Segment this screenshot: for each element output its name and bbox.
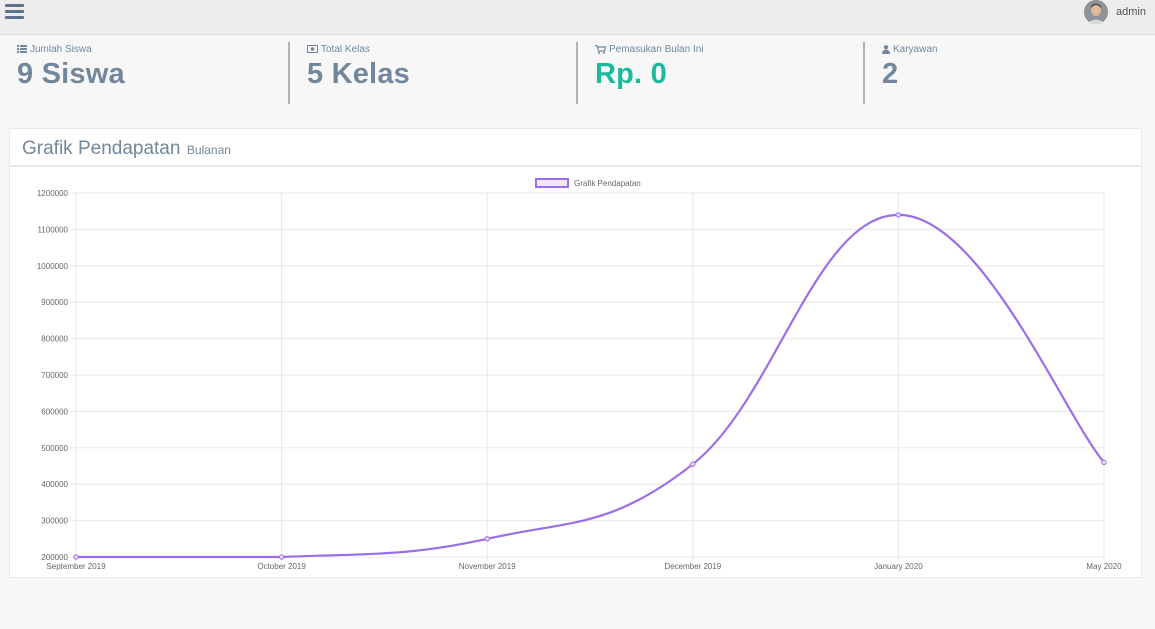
y-tick-label: 1000000	[37, 262, 69, 271]
user-profile-menu[interactable]: admin	[1084, 0, 1146, 24]
tile-label: Pemasukan Bulan Ini	[609, 43, 704, 55]
chart-panel: Grafik Pendapatan Bulanan 200000 300000 40…	[9, 128, 1142, 578]
x-tick-label: November 2019	[459, 562, 516, 571]
x-tick-label: December 2019	[664, 562, 721, 571]
x-tick-label: October 2019	[257, 562, 306, 571]
legend-label: Grafik Pendapatan	[574, 179, 641, 188]
avatar[interactable]	[1084, 0, 1109, 24]
data-point	[73, 554, 79, 560]
tile-value: 5 Kelas	[307, 58, 410, 90]
data-point	[484, 536, 490, 542]
y-tick-label: 300000	[41, 517, 68, 526]
y-tick-label: 500000	[41, 444, 68, 453]
stats-tiles: Jumlah Siswa 9 Siswa Total Kelas 5 Kelas…	[0, 36, 1155, 108]
y-tick-label: 900000	[41, 298, 68, 307]
tile-value: 9 Siswa	[17, 58, 125, 90]
data-point	[278, 554, 285, 560]
tile-label: Total Kelas	[321, 43, 370, 55]
data-point	[690, 461, 696, 467]
tile-label-row: Pemasukan Bulan Ini	[595, 42, 863, 56]
tile-value: Rp. 0	[595, 58, 667, 90]
y-tick-label: 700000	[41, 371, 68, 380]
tile-pemasukan-bulan-ini: Pemasukan Bulan Ini Rp. 0	[576, 42, 863, 104]
revenue-line-chart: 200000 300000 400000 500000 600000 700000 8000…	[37, 178, 1122, 571]
data-point	[1101, 459, 1107, 466]
user-name[interactable]: admin	[1116, 6, 1146, 18]
data-point	[895, 212, 902, 218]
tile-label: Karyawan	[893, 43, 938, 55]
tile-karyawan: Karyawan 2	[863, 42, 1153, 104]
y-tick-label: 200000	[41, 553, 68, 562]
legend-swatch	[535, 178, 569, 188]
x-tick-label: May 2020	[1086, 562, 1122, 571]
y-tick-label: 600000	[41, 407, 68, 416]
tile-label: Jumlah Siswa	[30, 43, 92, 55]
x-tick-label: September 2019	[46, 562, 106, 571]
tile-label-row: Jumlah Siswa	[17, 42, 288, 56]
money-icon	[307, 45, 318, 53]
x-tick-label: January 2020	[874, 562, 923, 571]
tile-total-kelas: Total Kelas 5 Kelas	[288, 42, 576, 104]
cart-icon	[595, 44, 606, 54]
y-tick-label: 1200000	[37, 189, 69, 198]
tile-label-row: Karyawan	[882, 42, 1153, 56]
tile-value: 2	[882, 58, 899, 90]
tile-label-row: Total Kelas	[307, 42, 576, 56]
y-tick-label: 400000	[41, 480, 68, 489]
y-tick-label: 1100000	[37, 225, 68, 234]
top-navbar: admin	[0, 0, 1155, 35]
hamburger-menu-icon[interactable]	[5, 4, 25, 22]
y-tick-label: 800000	[41, 335, 68, 344]
tile-jumlah-siswa: Jumlah Siswa 9 Siswa	[0, 42, 288, 104]
user-icon	[882, 44, 890, 54]
list-icon	[17, 45, 27, 53]
